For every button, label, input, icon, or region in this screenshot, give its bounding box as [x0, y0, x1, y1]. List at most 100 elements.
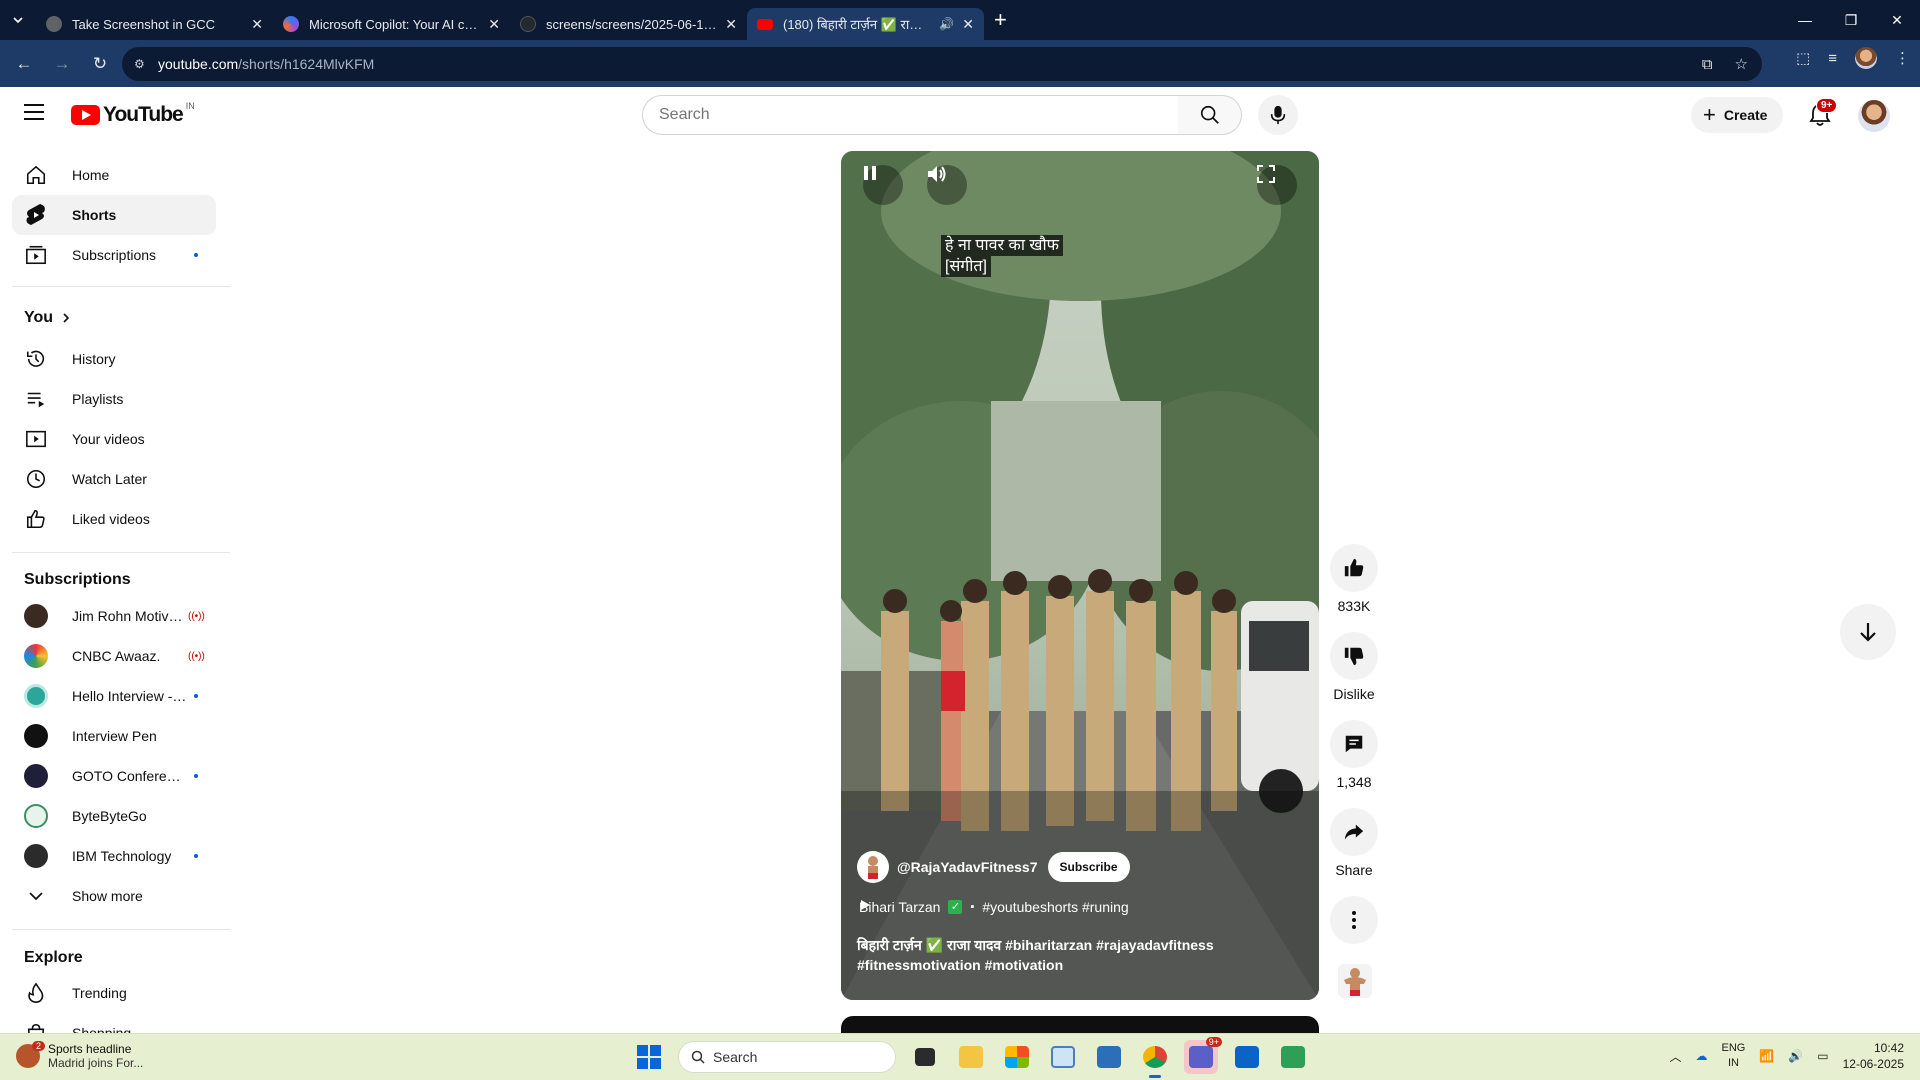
show-more-button[interactable]: Show more — [12, 876, 216, 916]
address-bar[interactable]: ⚙ youtube.com/shorts/h1624MlvKFM ⧉ ☆ — [122, 47, 1762, 81]
menu-icon[interactable] — [24, 104, 44, 120]
sidebar-item-history[interactable]: History — [12, 339, 216, 379]
divider — [12, 929, 230, 930]
sidebar-item-playlists[interactable]: Playlists — [12, 379, 216, 419]
shorts-video-player[interactable]: हे ना पावर का खौफ [संगीत] @RajaYadavFitn… — [841, 151, 1319, 1000]
subscription-item[interactable]: Hello Interview - ... — [12, 676, 216, 716]
youtube-logo[interactable]: YouTube IN — [71, 101, 195, 127]
like-count: 833K — [1337, 598, 1371, 614]
volume-icon[interactable]: 🔊 — [1788, 1049, 1803, 1063]
account-avatar[interactable] — [1858, 100, 1890, 132]
news-widget[interactable]: 2 Sports headline Madrid joins For... — [16, 1041, 143, 1070]
video-description[interactable]: बिहारी टार्ज़न ✅ राजा यादव #biharitarzan… — [857, 935, 1277, 975]
sidebar-item-shopping[interactable]: Shopping — [12, 1013, 216, 1033]
clock[interactable]: 10:42 12-06-2025 — [1843, 1040, 1904, 1072]
you-section-heading[interactable]: You — [24, 309, 71, 327]
remote-desktop-icon[interactable] — [1092, 1040, 1126, 1074]
like-button[interactable] — [1330, 544, 1378, 592]
language-indicator[interactable]: ENG IN — [1722, 1041, 1746, 1071]
live-indicator-icon: ((•)) — [188, 650, 205, 662]
reload-icon[interactable]: ↻ — [86, 54, 114, 74]
search-input[interactable] — [659, 106, 1178, 124]
channel-avatar — [24, 684, 48, 708]
search-button[interactable] — [1178, 95, 1242, 135]
subscription-item[interactable]: CNBC Awaaz. ((•)) — [12, 636, 216, 676]
show-more-label: Show more — [72, 888, 143, 904]
extensions-icon[interactable]: ⬚ — [1796, 49, 1810, 67]
explore-heading: Explore — [24, 949, 83, 967]
create-button[interactable]: + Create — [1691, 97, 1784, 133]
sound-source-avatar[interactable] — [1338, 964, 1372, 998]
subscribe-button[interactable]: Subscribe — [1047, 852, 1130, 882]
excel-icon[interactable] — [1276, 1040, 1310, 1074]
sidebar-item-liked-videos[interactable]: Liked videos — [12, 499, 216, 539]
close-tab-icon[interactable]: ✕ — [725, 16, 737, 33]
sidebar: Home Shorts Subscriptions You History Pl… — [0, 143, 230, 1033]
more-menu-icon[interactable]: ⋮ — [1895, 49, 1910, 67]
media-controls-icon[interactable]: ≡ — [1828, 50, 1837, 67]
new-tab-button[interactable]: + — [994, 7, 1007, 33]
fullscreen-button[interactable] — [1257, 165, 1297, 205]
app-window-icon[interactable] — [1046, 1040, 1080, 1074]
wifi-icon[interactable]: 📶 — [1759, 1049, 1774, 1063]
back-arrow-icon[interactable]: ← — [10, 54, 38, 74]
more-options-button[interactable] — [1330, 896, 1378, 944]
close-tab-icon[interactable]: ✕ — [488, 16, 500, 33]
subscription-item[interactable]: GOTO Conferenc... — [12, 756, 216, 796]
new-content-dot — [194, 774, 198, 778]
profile-avatar[interactable] — [1855, 47, 1877, 69]
browser-tab[interactable]: screens/screens/2025-06-12_05 ✕ — [510, 8, 747, 40]
browser-tab-active[interactable]: (180) बिहारी टार्ज़न ✅ राजा या 🔊 ✕ — [747, 8, 984, 40]
subscription-item[interactable]: ByteByteGo — [12, 796, 216, 836]
outlook-icon[interactable] — [1230, 1040, 1264, 1074]
share-button[interactable] — [1330, 808, 1378, 856]
file-explorer-icon[interactable] — [954, 1040, 988, 1074]
site-info-icon[interactable]: ⚙ — [134, 57, 148, 71]
close-tab-icon[interactable]: ✕ — [962, 16, 974, 33]
install-app-icon[interactable]: ⧉ — [1702, 56, 1713, 73]
pause-button[interactable] — [863, 165, 903, 205]
browser-tab[interactable]: Take Screenshot in GCC ✕ — [36, 8, 273, 40]
minimize-icon[interactable]: — — [1782, 0, 1828, 40]
next-video-button[interactable] — [1840, 604, 1896, 660]
subscription-item[interactable]: Interview Pen — [12, 716, 216, 756]
volume-button[interactable] — [927, 165, 967, 205]
subscription-item[interactable]: IBM Technology — [12, 836, 216, 876]
forward-arrow-icon[interactable]: → — [48, 54, 76, 74]
battery-icon[interactable]: ▭ — [1817, 1049, 1828, 1063]
news-widget-icon: 2 — [16, 1041, 46, 1068]
restore-icon[interactable]: ❐ — [1828, 0, 1874, 40]
taskbar-search[interactable]: Search — [678, 1041, 896, 1073]
sidebar-item-watch-later[interactable]: Watch Later — [12, 459, 216, 499]
microsoft-store-icon[interactable] — [1000, 1040, 1034, 1074]
sidebar-item-home[interactable]: Home — [12, 155, 216, 195]
task-view-icon[interactable] — [908, 1040, 942, 1074]
chrome-icon[interactable] — [1138, 1040, 1172, 1078]
tab-search-button[interactable] — [0, 0, 36, 40]
sidebar-item-trending[interactable]: Trending — [12, 973, 216, 1013]
sidebar-item-subscriptions[interactable]: Subscriptions — [12, 235, 216, 275]
chevron-up-icon[interactable]: ︿ — [1670, 1048, 1682, 1065]
sidebar-item-shorts[interactable]: Shorts — [12, 195, 216, 235]
close-tab-icon[interactable]: ✕ — [251, 16, 263, 33]
channel-avatar — [24, 724, 48, 748]
channel-handle[interactable]: @RajaYadavFitness7 — [897, 859, 1038, 875]
bookmark-star-icon[interactable]: ☆ — [1735, 55, 1748, 73]
news-title: Sports headline — [48, 1042, 132, 1056]
voice-search-button[interactable] — [1258, 95, 1298, 135]
taskbar-apps: Search 9+ — [632, 1037, 1310, 1078]
subscription-item[interactable]: Jim Rohn Motiva... ((•)) — [12, 596, 216, 636]
speaker-icon[interactable]: 🔊 — [939, 17, 954, 31]
browser-tab[interactable]: Microsoft Copilot: Your AI comp ✕ — [273, 8, 510, 40]
sidebar-item-your-videos[interactable]: Your videos — [12, 419, 216, 459]
onedrive-cloud-icon[interactable]: ☁ — [1696, 1049, 1708, 1063]
subscription-label: GOTO Conferenc... — [72, 768, 187, 784]
sidebar-item-label: History — [72, 351, 116, 367]
windows-start-icon[interactable] — [632, 1040, 666, 1074]
close-window-icon[interactable]: ✕ — [1874, 0, 1920, 40]
channel-avatar[interactable] — [857, 851, 889, 883]
dislike-button[interactable] — [1330, 632, 1378, 680]
music-row[interactable]: Bihari Tarzan ✓ ▪ #youtubeshorts #runing — [859, 899, 1129, 915]
teams-icon[interactable]: 9+ — [1184, 1037, 1222, 1074]
comments-button[interactable] — [1330, 720, 1378, 768]
